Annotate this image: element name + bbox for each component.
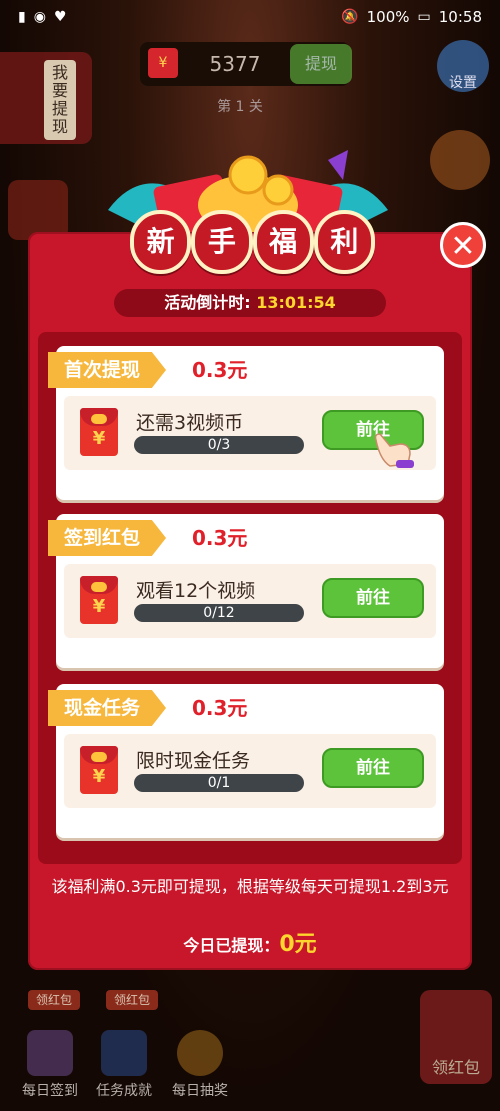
task-tag: 签到红包 [48, 520, 167, 556]
task-reward: 0.3元 [192, 696, 248, 720]
claim-red-envelope-button[interactable]: 领红包 [420, 990, 492, 1084]
go-button[interactable]: 前往 [322, 578, 424, 618]
claim-label: 领红包 [431, 1058, 480, 1077]
task-title: 还需3视频币 [136, 412, 244, 434]
dock-label: 每日签到 [22, 1083, 78, 1099]
status-icons-left: ▮ ◉ ♥ [18, 9, 67, 25]
heart-icon: ♥ [53, 9, 67, 25]
book-icon [101, 1030, 147, 1076]
task-title: 限时现金任务 [136, 750, 251, 772]
calendar-icon [27, 1030, 73, 1076]
countdown-value: 13:01:54 [256, 293, 336, 312]
task-title: 观看12个视频 [136, 580, 256, 602]
task-row: ¥ 限时现金任务 0/1 前往 [64, 734, 436, 808]
dock-label: 任务成就 [96, 1083, 152, 1099]
title-char: 新 [130, 210, 192, 274]
side-gold-pot[interactable] [430, 130, 490, 190]
red-envelope-icon: ¥ [80, 746, 118, 794]
level-label: 第 1 关 [217, 99, 263, 115]
clock: 10:58 [438, 8, 482, 26]
red-envelope-icon: ¥ [148, 48, 178, 78]
daily-checkin-button[interactable]: 每日签到 [14, 1030, 86, 1100]
dock-label: 每日抽奖 [172, 1083, 228, 1099]
dock-badge: 领红包 [106, 990, 158, 1010]
task-row: ¥ 观看12个视频 0/12 前往 [64, 564, 436, 638]
red-envelope-icon: ¥ [80, 408, 118, 456]
title-char: 福 [252, 210, 314, 274]
today-label: 今日已提现： [183, 936, 280, 955]
withdraw-button[interactable]: 提现 [290, 44, 352, 84]
daily-lottery-button[interactable]: 每日抽奖 [164, 1030, 236, 1100]
want-withdraw-label: 我要提现 [44, 60, 76, 140]
task-reward: 0.3元 [192, 526, 248, 550]
today-withdrawn: 今日已提现：0元 [34, 926, 466, 958]
status-icons-right: 🔕 100% ▭ 10:58 [341, 8, 482, 26]
task-card: 首次提现 0.3元 ¥ 还需3视频币 0/3 前往 [48, 346, 444, 500]
withdraw-rule-note: 该福利满0.3元即可提现，根据等级每天可提现1.2到3元 [51, 877, 449, 896]
task-tag: 首次提现 [48, 352, 167, 388]
countdown-label: 活动倒计时: [164, 293, 251, 312]
event-countdown: 活动倒计时: 13:01:54 [114, 289, 386, 317]
task-progress: 0/3 [134, 436, 304, 454]
close-icon[interactable]: ✕ [440, 222, 486, 268]
mute-icon: 🔕 [341, 9, 359, 25]
title-char: 利 [313, 210, 375, 274]
notification-icon: ▮ [18, 9, 26, 25]
title-char: 手 [191, 210, 253, 274]
task-achievement-button[interactable]: 任务成就 [88, 1030, 160, 1100]
task-progress: 0/12 [134, 604, 304, 622]
settings-label: 设置 [449, 75, 477, 91]
battery-icon: ▭ [417, 9, 431, 25]
pointing-hand-icon [374, 433, 414, 468]
dock-badge: 领红包 [28, 990, 80, 1010]
status-bar: ▮ ◉ ♥ 🔕 100% ▭ 10:58 [0, 0, 500, 34]
coin-count: 5377 [209, 52, 261, 76]
battery-percent: 100% [366, 8, 410, 26]
task-tag: 现金任务 [48, 690, 167, 726]
red-envelope-icon: ¥ [80, 576, 118, 624]
task-progress: 0/1 [134, 774, 304, 792]
go-button[interactable]: 前往 [322, 748, 424, 788]
wifi-icon: ◉ [33, 9, 46, 25]
wheel-icon [177, 1030, 223, 1076]
task-card: 现金任务 0.3元 ¥ 限时现金任务 0/1 前往 [48, 684, 444, 838]
today-amount: 0元 [279, 932, 317, 957]
task-reward: 0.3元 [192, 358, 248, 382]
task-card: 签到红包 0.3元 ¥ 观看12个视频 0/12 前往 [48, 514, 444, 668]
modal-title: 新 手 福 利 [130, 210, 375, 274]
side-red-envelope[interactable] [8, 180, 68, 240]
